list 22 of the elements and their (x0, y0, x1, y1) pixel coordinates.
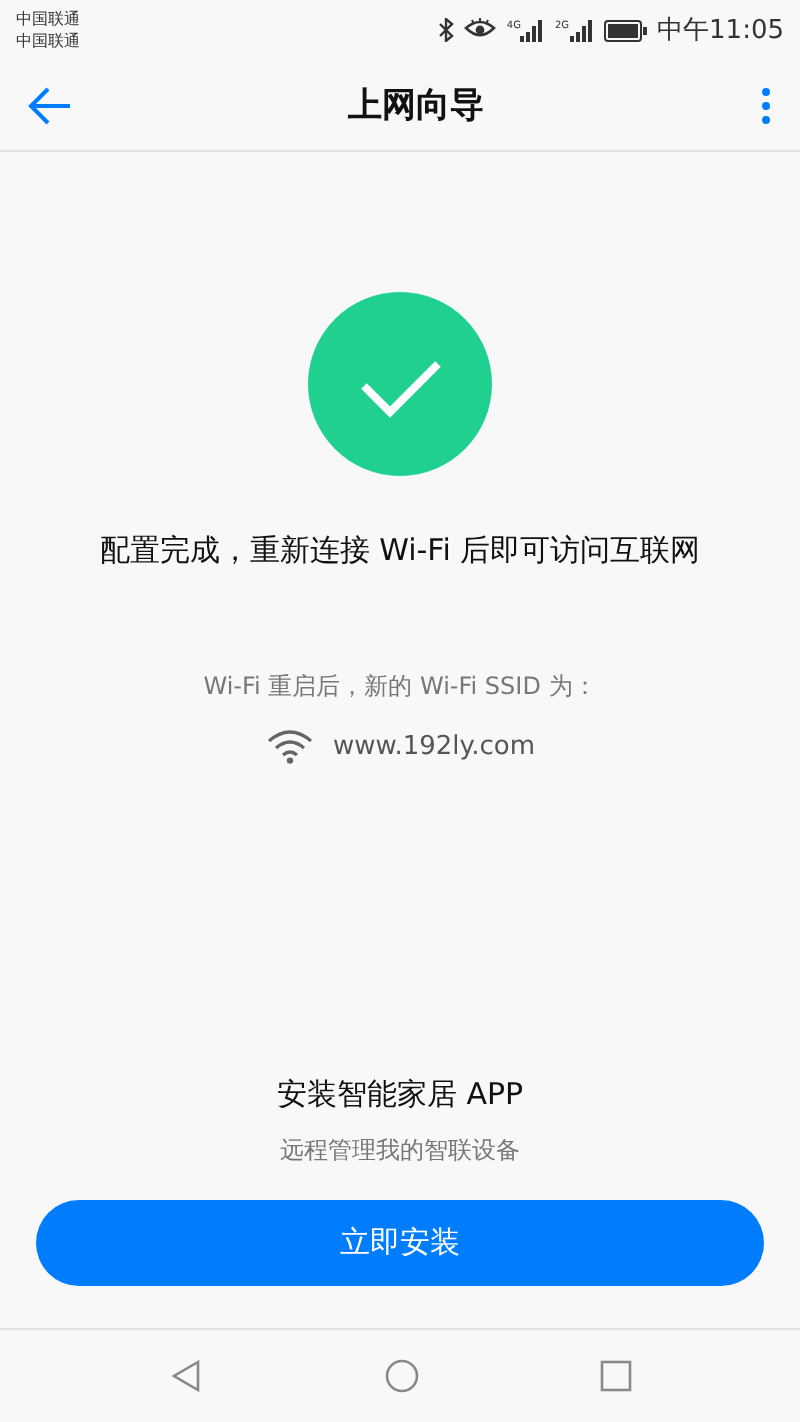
page-title: 上网向导 (348, 84, 484, 128)
install-button[interactable]: 立即安装 (36, 1200, 764, 1286)
promo-subtitle: 远程管理我的智联设备 (280, 1134, 520, 1168)
bluetooth-icon (438, 18, 455, 42)
carrier-name: 中国联通 (16, 30, 80, 52)
carrier-name: 中国联通 (16, 8, 80, 30)
more-options-icon[interactable] (760, 85, 772, 125)
promo-title: 安装智能家居 APP (276, 1076, 524, 1114)
ssid-name: www.192ly.com (333, 731, 535, 761)
back-icon[interactable] (168, 1358, 204, 1394)
home-icon[interactable] (384, 1358, 420, 1394)
success-check-icon (308, 292, 492, 476)
signal-icon (520, 19, 545, 41)
signal-icon (569, 19, 594, 41)
success-message: 配置完成，重新连接 Wi-Fi 后即可访问互联网 (99, 532, 701, 570)
recent-apps-icon[interactable] (600, 1360, 632, 1392)
clock-time: 中午11:05 (657, 14, 784, 48)
wifi-icon (265, 728, 313, 764)
eye-icon (464, 18, 497, 42)
ssid-note: Wi-Fi 重启后，新的 Wi-Fi SSID 为： (203, 670, 597, 704)
back-arrow-icon[interactable] (28, 85, 72, 125)
battery-icon (603, 19, 648, 41)
